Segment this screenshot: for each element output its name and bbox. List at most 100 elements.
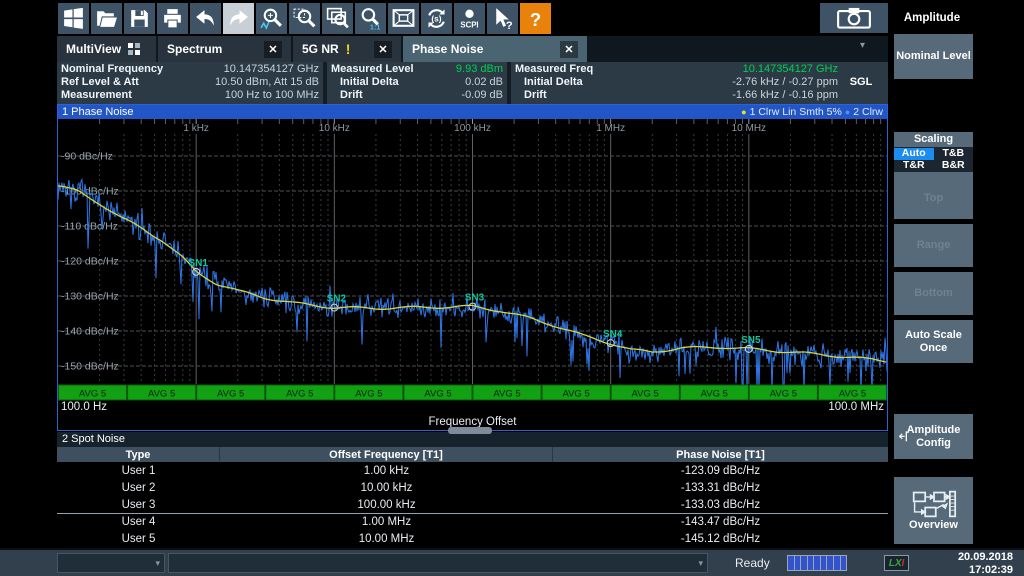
info-row: Measured Level9.93 dBm: [331, 63, 503, 76]
softkey-label: Top: [924, 192, 943, 205]
config-arrow-icon: [898, 430, 908, 443]
tab-multiview[interactable]: MultiView: [57, 36, 156, 62]
date-time-display[interactable]: 20.09.2018 17:02:39: [915, 551, 1013, 576]
info-row: Initial Delta0.02 dB: [331, 76, 503, 89]
print-button[interactable]: [157, 3, 188, 34]
sweep-mode-label: SGL: [838, 76, 884, 89]
zoom-area-icon: [292, 6, 317, 31]
zoom-area-button[interactable]: [289, 3, 320, 34]
print-icon: [160, 6, 185, 31]
time-label: 17:02:39: [915, 564, 1013, 576]
zoom-1to1-icon: 1:1: [358, 6, 383, 31]
y-axis-gridline-label: -110 dBc/Hz: [61, 221, 118, 233]
status-dropdown-left[interactable]: ▾: [57, 553, 165, 573]
zoom-windows-button[interactable]: [322, 3, 353, 34]
spot-noise-cell: -123.09 dBc/Hz: [553, 462, 888, 479]
display-frame-button[interactable]: [388, 3, 419, 34]
x-axis-stop-label: 100.0 MHz: [828, 401, 884, 416]
spot-noise-row-3[interactable]: User 3100.00 kHz-133.03 dBc/Hz: [57, 496, 888, 513]
svg-text:SCPI: SCPI: [460, 20, 478, 29]
undo-icon: [193, 6, 218, 31]
scpi-button[interactable]: SCPI: [454, 3, 485, 34]
spot-noise-table-body: User 11.00 kHz-123.09 dBc/HzUser 210.00 …: [57, 462, 888, 547]
x-axis-range: 100.0 Hz 100.0 MHz: [58, 401, 887, 416]
multiview-grid-icon: [128, 43, 140, 55]
spot-noise-cell: User 1: [57, 462, 220, 479]
open-icon: [94, 6, 119, 31]
tab-close-icon[interactable]: ✕: [264, 41, 282, 58]
tab-close-icon[interactable]: ✕: [560, 41, 578, 58]
context-help-icon: ?: [490, 6, 515, 31]
legend-trace-dot-icon: ●: [741, 105, 746, 119]
y-axis-gridline-label: -140 dBc/Hz: [61, 326, 119, 338]
softkey-bottom[interactable]: Bottom: [894, 272, 973, 315]
tab-spectrum[interactable]: Spectrum✕: [158, 36, 291, 62]
scaling-option-tb[interactable]: T&B: [934, 148, 974, 160]
softkey-auto-scale-once[interactable]: Auto Scale Once: [894, 320, 973, 363]
x-axis-start-label: 100.0 Hz: [61, 401, 107, 416]
screenshot-camera-button[interactable]: [820, 3, 888, 33]
tab-overflow-button[interactable]: ▾: [860, 40, 865, 51]
save-button[interactable]: [124, 3, 155, 34]
scaling-options: AutoT&BT&RB&R: [894, 147, 973, 172]
context-help-button[interactable]: ?: [487, 3, 518, 34]
spot-noise-row-2[interactable]: User 210.00 kHz-133.31 dBc/Hz: [57, 479, 888, 496]
spot-noise-cell: 100.00 kHz: [220, 496, 553, 513]
spot-noise-cell: -133.31 dBc/Hz: [553, 479, 888, 496]
spot-noise-cell: User 3: [57, 496, 220, 513]
info-value: -2.76 kHz / -0.27 ppm: [732, 76, 838, 89]
tab-label: Phase Noise: [412, 42, 483, 56]
tab-phase-noise[interactable]: Phase Noise ✕: [403, 36, 587, 62]
status-message-dropdown[interactable]: ▾: [168, 553, 708, 573]
info-label: Measured Freq: [515, 63, 593, 76]
spot-noise-column-header: Phase Noise [T1]: [553, 447, 888, 462]
help-icon: ?: [523, 6, 548, 31]
tab-5g-nr[interactable]: 5G NR!✕: [293, 36, 401, 62]
sync-button[interactable]: (s): [421, 3, 452, 34]
spot-noise-cell: 10.00 kHz: [220, 479, 553, 496]
info-value: 10.50 dBm, Att 15 dB: [215, 76, 319, 89]
sweep-mode-label: [838, 89, 884, 102]
info-column: Measured Freq10.147354127 GHzInitial Del…: [511, 62, 888, 104]
scaling-option-br[interactable]: B&R: [934, 160, 974, 172]
spot-noise-window-title[interactable]: 2 Spot Noise: [57, 432, 888, 447]
phase-noise-window-titlebar[interactable]: 1 Phase Noise ●1 Clrw Lin Smth 5%●2 Clrw: [58, 105, 887, 119]
spot-noise-row-4[interactable]: User 41.00 MHz-143.47 dBc/Hz: [57, 513, 888, 530]
spot-noise-cell: -133.03 dBc/Hz: [553, 496, 888, 513]
spot-noise-marker-label: SN4: [603, 329, 623, 340]
undo-button[interactable]: [190, 3, 221, 34]
spot-noise-cell: -145.12 dBc/Hz: [553, 530, 888, 547]
avg-status-label: AVG 5: [770, 389, 797, 400]
info-row: Measured Freq10.147354127 GHz: [515, 63, 884, 76]
softkey-overview[interactable]: Overview: [894, 477, 973, 544]
tab-label: 5G NR: [302, 42, 339, 56]
scaling-option-auto[interactable]: Auto: [894, 148, 934, 160]
info-value: 0.02 dB: [465, 76, 503, 89]
redo-button[interactable]: [223, 3, 254, 34]
softkey-range[interactable]: Range: [894, 224, 973, 267]
spot-noise-cell: User 2: [57, 479, 220, 496]
save-icon: [127, 6, 152, 31]
softkey-top[interactable]: Top: [894, 177, 973, 219]
spot-noise-row-1[interactable]: User 11.00 kHz-123.09 dBc/Hz: [57, 462, 888, 479]
info-label: Drift: [515, 89, 547, 102]
info-row: Nominal Frequency10.147354127 GHz: [61, 63, 319, 76]
tab-bar: MultiViewSpectrum✕5G NR!✕ Phase Noise ✕: [57, 36, 888, 62]
y-axis-gridline-label: -130 dBc/Hz: [61, 291, 119, 303]
softkey-amplitude-config[interactable]: Amplitude Config: [894, 414, 973, 459]
help-button[interactable]: ?: [520, 3, 551, 34]
softkey-label: Auto Scale Once: [896, 329, 971, 355]
softkey-label: Nominal Level: [896, 50, 971, 63]
spot-noise-row-5[interactable]: User 510.00 MHz-145.12 dBc/Hz: [57, 530, 888, 547]
tab-close-icon[interactable]: ✕: [374, 41, 392, 58]
open-button[interactable]: [91, 3, 122, 34]
zoom-1to1-button[interactable]: 1:1: [355, 3, 386, 34]
window-splitter-handle[interactable]: [448, 427, 492, 434]
softkey-nominal-level[interactable]: Nominal Level: [894, 34, 973, 79]
x-axis-decade-label: 1 MHz: [596, 123, 625, 134]
zoom-signal-button[interactable]: [256, 3, 287, 34]
chevron-down-icon: ▾: [155, 558, 160, 569]
scaling-option-tr[interactable]: T&R: [894, 160, 934, 172]
phase-noise-plot[interactable]: 1 kHz10 kHz100 kHz1 MHz10 MHz-90 dBc/Hz-…: [58, 119, 887, 401]
windows-button[interactable]: [58, 3, 89, 34]
